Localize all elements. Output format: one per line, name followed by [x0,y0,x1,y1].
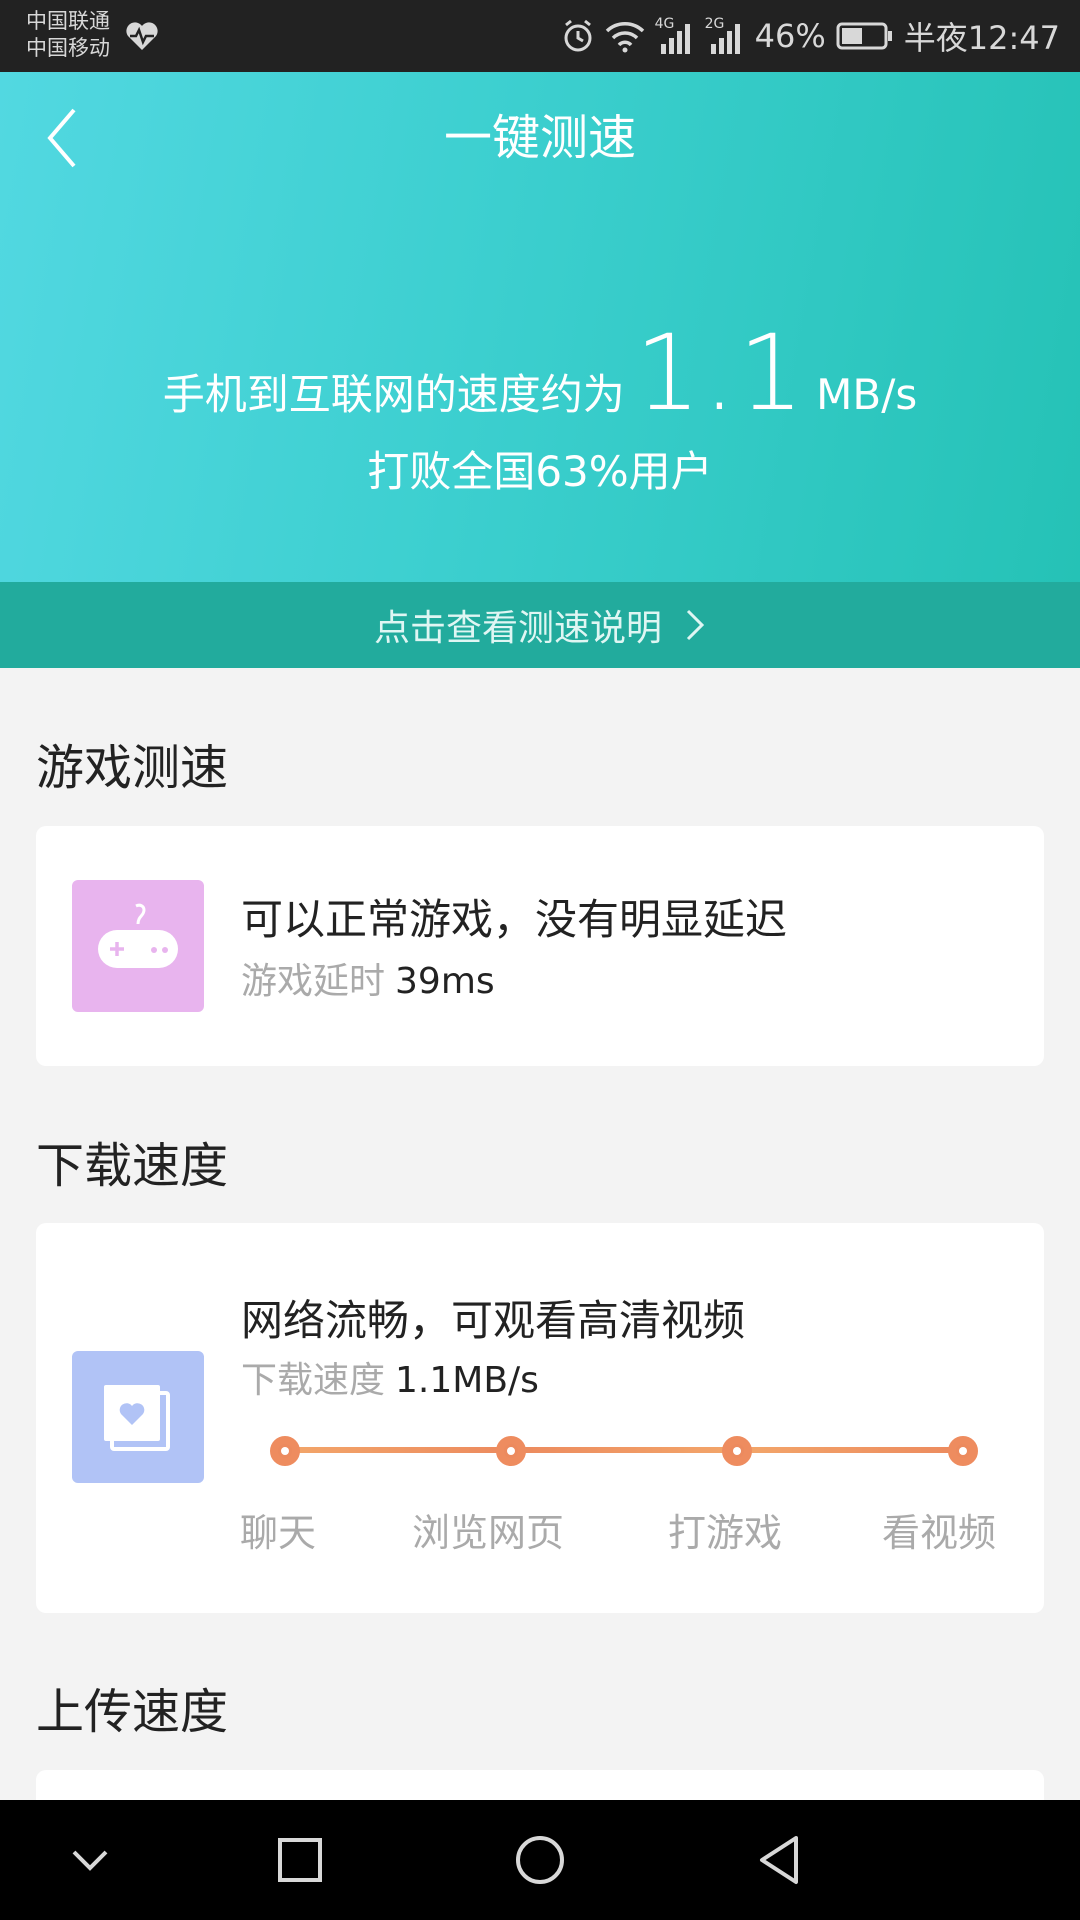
wifi-icon [605,22,644,53]
speed-result: 手机到互联网的速度约为 1.1 MB/s [0,312,1080,434]
chevron-right-icon [686,609,705,641]
collapse-down-icon[interactable] [60,1830,120,1890]
download-section-title: 下载速度 [36,1138,229,1194]
game-latency-line: 游戏延时 39ms [241,952,495,1004]
back-triangle-icon[interactable] [750,1830,810,1890]
level-dot-video [948,1436,978,1466]
speed-header: 一键测速 手机到互联网的速度约为 1.1 MB/s 打败全国63%用户 [0,72,1080,582]
level-dot-browse [496,1436,526,1466]
status-bar: 中国联通 中国移动 4G 2G 46% 半夜12:47 [0,0,1080,72]
recent-apps-icon[interactable] [270,1830,330,1890]
page-title: 一键测速 [443,110,636,166]
level-dot-chat [270,1436,300,1466]
clock: 半夜12:47 [903,19,1060,57]
level-label-browse: 浏览网页 [412,1511,565,1555]
health-heart-icon [126,22,158,50]
ranking-text: 打败全国63%用户 [367,447,713,496]
level-dot-game [722,1436,752,1466]
level-label-video: 看视频 [882,1511,997,1555]
info-link-label: 点击查看测速说明 [373,608,662,649]
battery-percent: 46% [754,17,826,55]
speed-value: 1.1 [634,312,807,434]
game-latency-label: 游戏延时 [241,961,386,1002]
network-type-2: 2G [704,16,725,32]
download-speed-label: 下载速度 [241,1360,386,1401]
video-icon-tile [72,1351,204,1483]
game-status-text: 可以正常游戏，没有明显延迟 [241,895,788,944]
battery-icon [836,22,892,50]
upload-section-title: 上传速度 [36,1684,229,1740]
carrier-names: 中国联通 中国移动 [26,8,110,62]
usage-level-track [286,1447,964,1453]
system-nav-bar [0,1800,1080,1920]
alarm-icon [564,19,592,52]
carrier-1: 中国联通 [26,9,110,33]
level-label-chat: 聊天 [240,1511,317,1555]
speed-prefix-text: 手机到互联网的速度约为 [162,370,625,419]
carrier-2: 中国移动 [26,36,110,60]
game-latency-card: 可以正常游戏，没有明显延迟 游戏延时 39ms [36,826,1044,1066]
download-speed-line: 下载速度 1.1MB/s [241,1351,539,1403]
home-icon[interactable] [510,1830,570,1890]
video-favorite-icon [104,1385,170,1451]
gamepad-icon [98,903,178,968]
level-label-game: 打游戏 [668,1511,783,1555]
speed-unit: MB/s [816,370,918,419]
network-type-1: 4G [654,16,675,32]
game-section-title: 游戏测速 [36,740,229,796]
upload-speed-card [36,1770,1044,1800]
game-icon-tile [72,880,204,1012]
speed-test-info-link[interactable]: 点击查看测速说明 [0,582,1080,668]
download-status-text: 网络流畅，可观看高清视频 [241,1296,746,1345]
download-speed-value: 1.1MB/s [395,1360,539,1401]
game-latency-value: 39ms [395,961,495,1002]
status-icons: 4G 2G 46% 半夜12:47 [561,0,1060,72]
